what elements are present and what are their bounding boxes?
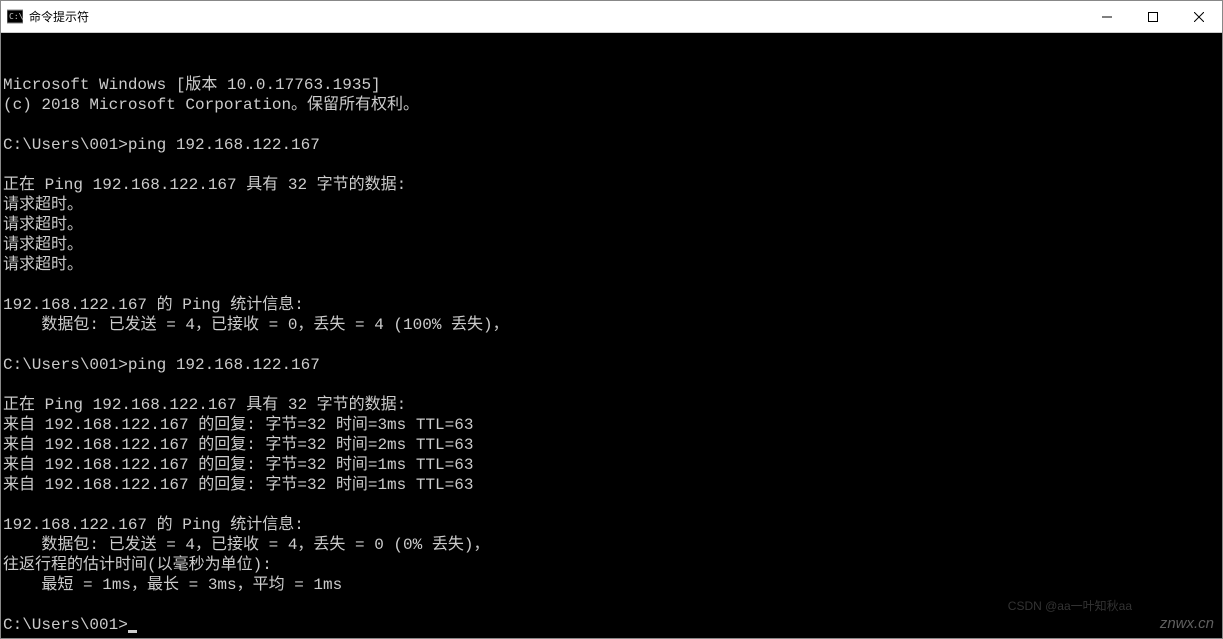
terminal-line	[3, 375, 1222, 395]
terminal-line: 来自 192.168.122.167 的回复: 字节=32 时间=1ms TTL…	[3, 475, 1222, 495]
close-button[interactable]	[1176, 1, 1222, 32]
terminal-line: 来自 192.168.122.167 的回复: 字节=32 时间=2ms TTL…	[3, 435, 1222, 455]
terminal-line: 数据包: 已发送 = 4，已接收 = 4，丢失 = 0 (0% 丢失)，	[3, 535, 1222, 555]
window-controls	[1084, 1, 1222, 32]
terminal-line: 最短 = 1ms，最长 = 3ms，平均 = 1ms	[3, 575, 1222, 595]
terminal-line	[3, 275, 1222, 295]
terminal-line: 请求超时。	[3, 235, 1222, 255]
svg-text:C:\: C:\	[9, 12, 23, 21]
terminal-line: C:\Users\001>ping 192.168.122.167	[3, 135, 1222, 155]
terminal-line	[3, 335, 1222, 355]
terminal-line: 往返行程的估计时间(以毫秒为单位):	[3, 555, 1222, 575]
terminal-line: 请求超时。	[3, 215, 1222, 235]
terminal-output[interactable]: Microsoft Windows [版本 10.0.17763.1935](c…	[1, 33, 1222, 638]
terminal-line: C:\Users\001>ping 192.168.122.167	[3, 355, 1222, 375]
terminal-line: 来自 192.168.122.167 的回复: 字节=32 时间=1ms TTL…	[3, 455, 1222, 475]
terminal-line: 来自 192.168.122.167 的回复: 字节=32 时间=3ms TTL…	[3, 415, 1222, 435]
cursor	[128, 630, 137, 633]
terminal-line: 数据包: 已发送 = 4，已接收 = 0，丢失 = 4 (100% 丢失)，	[3, 315, 1222, 335]
terminal-line	[3, 595, 1222, 615]
terminal-line: Microsoft Windows [版本 10.0.17763.1935]	[3, 75, 1222, 95]
window-title: 命令提示符	[29, 8, 1084, 25]
terminal-line: C:\Users\001>	[3, 615, 1222, 635]
command-prompt-window: C:\ 命令提示符 Microsoft Windows [版本 10.0.177…	[0, 0, 1223, 639]
maximize-button[interactable]	[1130, 1, 1176, 32]
terminal-line: (c) 2018 Microsoft Corporation。保留所有权利。	[3, 95, 1222, 115]
terminal-line	[3, 115, 1222, 135]
terminal-line: 192.168.122.167 的 Ping 统计信息:	[3, 295, 1222, 315]
minimize-button[interactable]	[1084, 1, 1130, 32]
terminal-line: 请求超时。	[3, 255, 1222, 275]
terminal-line: 正在 Ping 192.168.122.167 具有 32 字节的数据:	[3, 175, 1222, 195]
terminal-line	[3, 495, 1222, 515]
terminal-line: 请求超时。	[3, 195, 1222, 215]
terminal-line	[3, 155, 1222, 175]
terminal-line: 正在 Ping 192.168.122.167 具有 32 字节的数据:	[3, 395, 1222, 415]
cmd-icon: C:\	[7, 9, 23, 25]
terminal-line: 192.168.122.167 的 Ping 统计信息:	[3, 515, 1222, 535]
titlebar[interactable]: C:\ 命令提示符	[1, 1, 1222, 33]
